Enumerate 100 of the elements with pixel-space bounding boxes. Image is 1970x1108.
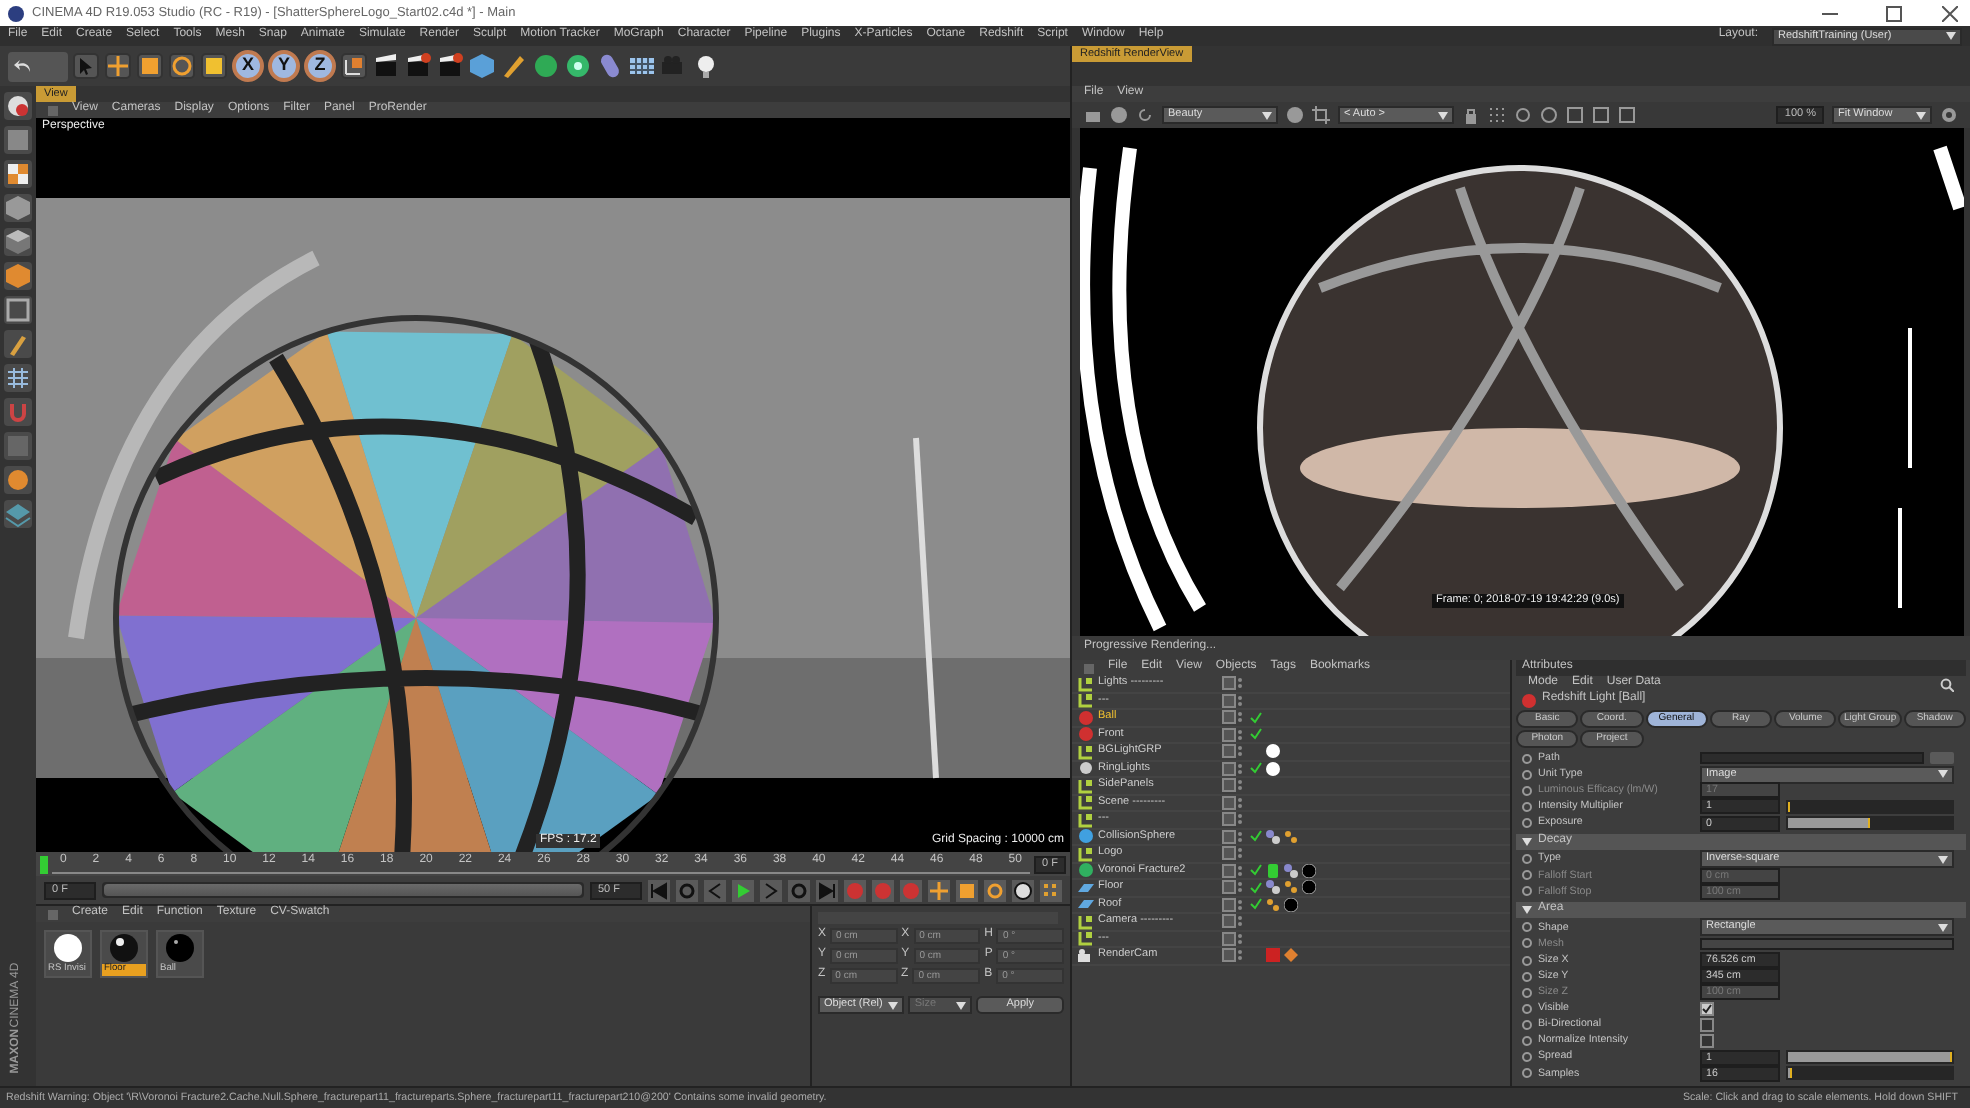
slider-track[interactable] — [1786, 1066, 1954, 1081]
visibility-dots-icon[interactable] — [1222, 812, 1246, 827]
settings-icon[interactable] — [1940, 106, 1958, 124]
axis-button[interactable]: Z — [304, 50, 336, 82]
checkmark-icon[interactable] — [1250, 881, 1262, 894]
visibility-dots-icon[interactable] — [1222, 863, 1246, 878]
keyframe-dot-icon[interactable] — [1522, 987, 1532, 998]
visibility-dots-icon[interactable] — [1222, 761, 1246, 776]
keyframe-dot-icon[interactable] — [1522, 801, 1532, 812]
slider-track[interactable] — [1786, 799, 1954, 814]
circle-icon[interactable] — [1540, 106, 1558, 124]
slider-track[interactable] — [1786, 816, 1954, 831]
keyframe-dot-icon[interactable] — [1522, 955, 1532, 966]
keyframe-dot-icon[interactable] — [1522, 1068, 1532, 1079]
layers-icon[interactable] — [4, 500, 32, 528]
skip-to-start-icon[interactable] — [648, 879, 670, 901]
keyframe-dot-icon[interactable] — [1522, 922, 1532, 933]
caret-icon — [1438, 111, 1448, 119]
visibility-dots-icon[interactable] — [1222, 880, 1246, 895]
visibility-dots-icon[interactable] — [1222, 676, 1246, 691]
axis-button[interactable]: Y — [268, 50, 300, 82]
close-icon[interactable] — [1942, 5, 1958, 21]
visibility-dots-icon[interactable] — [1222, 795, 1246, 810]
checkbox[interactable] — [1700, 1017, 1714, 1032]
loop-icon[interactable] — [788, 879, 810, 901]
visibility-dots-icon[interactable] — [1222, 829, 1246, 844]
dots-grid-icon[interactable] — [1040, 879, 1062, 901]
skip-to-end-icon[interactable] — [816, 879, 838, 901]
visibility-dots-icon[interactable] — [1222, 727, 1246, 742]
checkmark-icon[interactable] — [1250, 728, 1262, 741]
keyframe-dot-icon[interactable] — [1522, 870, 1532, 881]
step-forward-icon[interactable] — [760, 879, 782, 901]
visibility-dots-icon[interactable] — [1222, 778, 1246, 793]
grid-icon[interactable] — [4, 364, 32, 392]
visibility-dots-icon[interactable] — [1222, 693, 1246, 708]
move-icon[interactable] — [104, 52, 132, 80]
checkmark-icon[interactable] — [1250, 830, 1262, 843]
keyframe-dot-icon[interactable] — [1522, 785, 1532, 796]
visibility-dots-icon[interactable] — [1222, 948, 1246, 963]
keyframe-dot-icon[interactable] — [1522, 886, 1532, 897]
checkbox[interactable] — [1700, 1034, 1714, 1049]
keyframe-dot-icon[interactable] — [1522, 938, 1532, 949]
lock-icon[interactable] — [1462, 106, 1480, 124]
checkmark-icon[interactable] — [1250, 898, 1262, 911]
crop-icon[interactable] — [1312, 106, 1330, 124]
target-tag-icon[interactable] — [1284, 948, 1298, 963]
keyframe-dot-icon[interactable] — [1522, 1003, 1532, 1014]
keyframe-dot-icon[interactable] — [1522, 854, 1532, 865]
keyframe-dot-icon[interactable] — [1522, 818, 1532, 829]
step-back-icon[interactable] — [704, 879, 726, 901]
pen-icon[interactable] — [500, 52, 528, 80]
visibility-dots-icon[interactable] — [1222, 931, 1246, 946]
axis-button[interactable]: X — [232, 50, 264, 82]
undo-button[interactable] — [8, 51, 68, 81]
grid-icon[interactable] — [1488, 106, 1506, 124]
frame-icon[interactable] — [4, 296, 32, 324]
link-field[interactable] — [1700, 937, 1954, 950]
keyframe-dot-icon[interactable] — [1522, 1052, 1532, 1063]
move-icon[interactable] — [928, 879, 950, 901]
keyframe-dot-icon[interactable] — [1522, 753, 1532, 764]
sphere-icon[interactable] — [4, 92, 32, 120]
visibility-dots-icon[interactable] — [1222, 897, 1246, 912]
coordinate-system-icon[interactable] — [340, 52, 368, 80]
rotate-icon[interactable] — [984, 879, 1006, 901]
rotate-icon[interactable] — [168, 52, 196, 80]
select-icon[interactable] — [200, 52, 228, 80]
visibility-dots-icon[interactable] — [1222, 846, 1246, 861]
checkmark-icon[interactable] — [1250, 864, 1262, 877]
crosshair-icon[interactable] — [1514, 106, 1532, 124]
texture-tag-icon[interactable] — [1284, 829, 1298, 844]
visibility-dots-icon[interactable] — [1222, 914, 1246, 929]
maximize-icon[interactable] — [1886, 5, 1902, 21]
checkmark-icon[interactable] — [1250, 762, 1262, 775]
phong-tag-icon[interactable] — [1266, 829, 1280, 844]
keyframe-dot-icon[interactable] — [1522, 1036, 1532, 1047]
parameter-icon[interactable] — [1012, 879, 1034, 901]
loop-icon[interactable] — [676, 879, 698, 901]
keyframe-dot-icon[interactable] — [1522, 1019, 1532, 1030]
checkmark-icon[interactable] — [1250, 711, 1262, 724]
circle-icon[interactable] — [4, 466, 32, 494]
refresh-icon[interactable] — [1136, 106, 1154, 124]
keyframe-dot-icon[interactable] — [1522, 769, 1532, 780]
play-icon[interactable] — [732, 879, 754, 901]
scale-icon[interactable] — [136, 52, 164, 80]
brush-icon[interactable] — [4, 330, 32, 358]
visibility-dots-icon[interactable] — [1222, 710, 1246, 725]
bulb-icon[interactable] — [692, 52, 720, 80]
visibility-dots-icon[interactable] — [1222, 744, 1246, 759]
checkbox[interactable] — [1700, 1001, 1714, 1016]
capsule-icon[interactable] — [596, 52, 624, 80]
path-field[interactable] — [1700, 752, 1924, 765]
checker-icon[interactable] — [4, 160, 32, 188]
search-icon[interactable] — [1940, 677, 1954, 691]
scale-icon[interactable] — [956, 879, 978, 901]
grid-icon[interactable] — [628, 52, 656, 80]
slider-fill[interactable] — [1788, 818, 1870, 829]
cursor-icon[interactable] — [72, 52, 100, 80]
playhead-icon[interactable] — [40, 855, 48, 873]
battery-tag-icon[interactable] — [1266, 863, 1280, 878]
keyframe-dot-icon[interactable] — [1522, 971, 1532, 982]
